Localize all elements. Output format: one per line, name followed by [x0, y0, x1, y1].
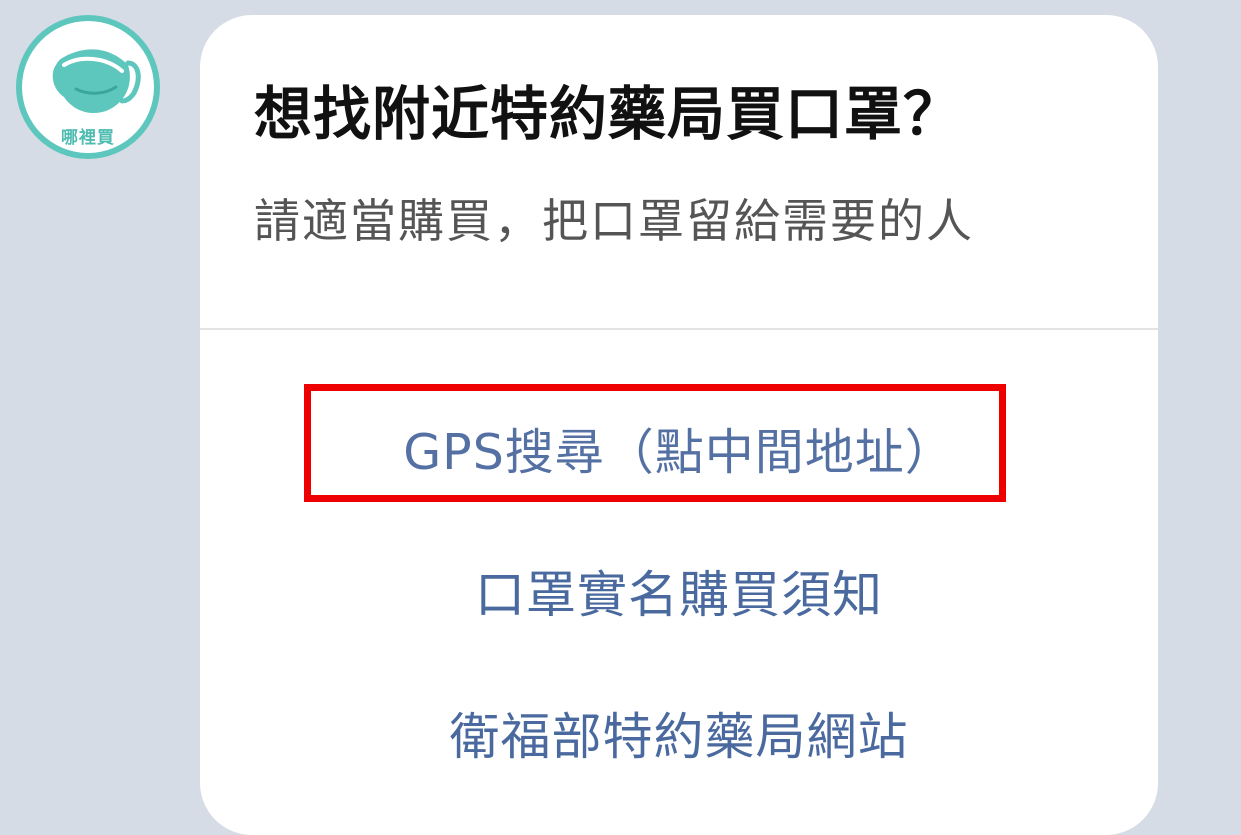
- pharmacy-website-link[interactable]: 衛福部特約藥局網站: [200, 697, 1158, 769]
- divider: [200, 328, 1158, 330]
- card-subtitle: 請適當購買，把口罩留給需要的人: [254, 194, 974, 248]
- gps-search-link[interactable]: GPS搜尋（點中間地址）: [200, 413, 1158, 484]
- avatar[interactable]: 哪裡買: [16, 15, 160, 159]
- mask-purchase-rules-link[interactable]: 口罩實名購買須知: [200, 555, 1158, 627]
- avatar-label: 哪裡買: [61, 128, 115, 148]
- message-card: 想找附近特約藥局買口罩？ 請適當購買，把口罩留給需要的人 GPS搜尋（點中間地址…: [200, 15, 1158, 835]
- face-mask-icon: [52, 49, 141, 114]
- avatar-badge: 哪裡買: [22, 21, 154, 153]
- card-title: 想找附近特約藥局買口罩？: [254, 80, 963, 148]
